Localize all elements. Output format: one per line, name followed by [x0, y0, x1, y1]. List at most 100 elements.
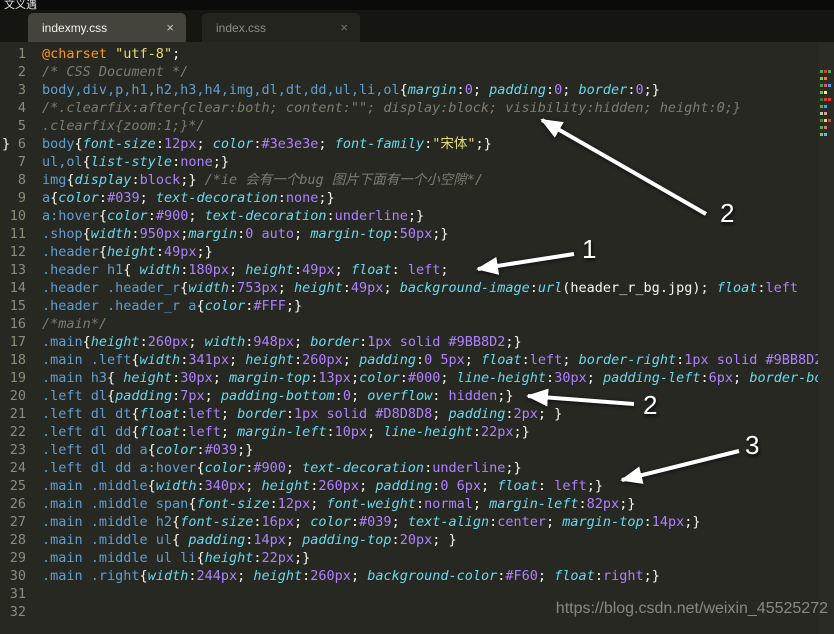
line-number: 26	[9, 496, 26, 512]
code-line: 21 .left dl dt{float:left; border:1px sol…	[0, 405, 834, 423]
code-text: .header .header_r{width:753px; height:49…	[42, 280, 799, 296]
code-line: 12 .header{height:49px;}	[0, 243, 834, 261]
code-line: 18 .main .left{width:341px; height:260px;…	[0, 351, 834, 369]
code-line: 24 .left dl dd a:hover{color:#900; text-d…	[0, 459, 834, 477]
line-number: 1	[17, 46, 26, 62]
line-number: 11	[9, 226, 26, 242]
code-line: 2 /* CSS Document */	[0, 63, 834, 81]
code-line: 17 .main{height:260px; width:948px; borde…	[0, 333, 834, 351]
code-text: .main h3{ height:30px; margin-top:13px;c…	[42, 370, 818, 386]
code-text: body{font-size:12px; color:#3e3e3e; font…	[42, 136, 492, 152]
code-text: .clearfix{zoom:1;}*/	[42, 118, 205, 134]
code-line: 19 .main h3{ height:30px; margin-top:13px…	[0, 369, 834, 387]
line-number: 29	[9, 550, 26, 566]
code-line: 4 /*.clearfix:after{clear:both; content:"…	[0, 99, 834, 117]
code-line: 29 .main .middle ul li{height:22px;}	[0, 549, 834, 567]
code-text: .left dl dd a{color:#039;}	[42, 442, 254, 458]
code-text: .main .middle{width:340px; height:260px;…	[42, 478, 603, 494]
code-text: .main .middle span{font-size:12px; font-…	[42, 496, 636, 512]
line-number: 17	[9, 334, 26, 350]
line-number: 23	[9, 442, 26, 458]
code-line: 23 .left dl dd a{color:#039;}	[0, 441, 834, 459]
code-text: .main .right{width:244px; height:260px; …	[42, 568, 660, 584]
code-editor[interactable]: 1 @charset "utf-8"; 2 /* CSS Document */ 3 bo…	[0, 42, 834, 634]
code-text: body,div,p,h1,h2,h3,h4,img,dl,dt,dd,ul,l…	[42, 82, 660, 98]
line-number: 31	[9, 586, 26, 602]
code-line: 8 img{display:block;} /*ie 会有一个bug 图片下面有一…	[0, 171, 834, 189]
close-icon[interactable]: ×	[338, 20, 350, 35]
code-text: .main .left{width:341px; height:260px; p…	[42, 352, 818, 368]
watermark-url: https://blog.csdn.net/weixin_45525272	[555, 600, 828, 617]
tab-label: indexmy.css	[42, 20, 108, 35]
code-text: @charset "utf-8";	[42, 46, 181, 62]
line-number: 4	[17, 100, 26, 116]
line-number: 32	[9, 604, 26, 620]
minimap[interactable]	[818, 42, 834, 634]
code-text: .main .middle ul li{height:22px;}	[42, 550, 311, 566]
line-number: 20	[9, 388, 26, 404]
line-number: 3	[17, 82, 26, 98]
line-number: 2	[17, 64, 26, 80]
line-number: 7	[17, 154, 26, 170]
code-line: 30 .main .right{width:244px; height:260px…	[0, 567, 834, 585]
line-number: 9	[17, 190, 26, 206]
line-number: 24	[9, 460, 26, 476]
code-line: 20 .left dl{padding:7px; padding-bottom:0…	[0, 387, 834, 405]
line-number: 12	[9, 244, 26, 260]
code-line: 10 a:hover{color:#900; text-decoration:un…	[0, 207, 834, 225]
code-text: ul,ol{list-style:none;}	[42, 154, 229, 170]
window-titlebar: 文义遇	[0, 0, 834, 10]
code-line: 13 .header h1{ width:180px; height:49px; …	[0, 261, 834, 279]
code-line: 14 .header .header_r{width:753px; height:…	[0, 279, 834, 297]
line-number: 18	[9, 352, 26, 368]
code-line: 28 .main .middle ul{ padding:14px; paddin…	[0, 531, 834, 549]
close-icon[interactable]: ×	[164, 20, 176, 35]
code-text: .header h1{ width:180px; height:49px; fl…	[42, 262, 449, 278]
code-text: /* CSS Document */	[42, 64, 189, 80]
line-number: 30	[9, 568, 26, 584]
code-text: .header .header_r a{color:#FFF;}	[42, 298, 303, 314]
code-text: .left dl dd a:hover{color:#900; text-dec…	[42, 460, 522, 476]
code-line: } 6 body{font-size:12px; color:#3e3e3e; fo…	[0, 135, 834, 153]
code-line: 27 .main .middle h2{font-size:16px; color…	[0, 513, 834, 531]
editor-window: { "window": { "partial_title": "文义遇" }, …	[0, 0, 834, 634]
line-number: 10	[9, 208, 26, 224]
code-text: /*.clearfix:after{clear:both; content:""…	[42, 100, 741, 116]
minimap-pixels	[820, 58, 832, 136]
code-text: .main .middle h2{font-size:16px; color:#…	[42, 514, 701, 530]
code-text: .left dl dt{float:left; border:1px solid…	[42, 406, 563, 422]
tab-indexmy-css[interactable]: indexmy.css ×	[28, 13, 186, 42]
line-number: 5	[17, 118, 26, 134]
code-text: .left dl{padding:7px; padding-bottom:0; …	[42, 388, 514, 404]
code-line: 3 body,div,p,h1,h2,h3,h4,img,dl,dt,dd,ul,…	[0, 81, 834, 99]
line-number: 19	[9, 370, 26, 386]
code-text: .shop{width:950px;margin:0 auto; margin-…	[42, 226, 449, 242]
code-text: .main .middle ul{ padding:14px; padding-…	[42, 532, 457, 548]
code-line: 5 .clearfix{zoom:1;}*/	[0, 117, 834, 135]
line-number: 8	[17, 172, 26, 188]
line-number: 21	[9, 406, 26, 422]
line-number: 16	[9, 316, 26, 332]
line-number: 15	[9, 298, 26, 314]
code-text: /*main*/	[42, 316, 108, 332]
tab-bar: indexmy.css × index.css ×	[0, 10, 834, 42]
line-number: 25	[9, 478, 26, 494]
code-text: .header{height:49px;}	[42, 244, 213, 260]
code-line: 9 a{color:#039; text-decoration:none;}	[0, 189, 834, 207]
code-text: a{color:#039; text-decoration:none;}	[42, 190, 335, 206]
code-text: .left dl dd{float:left; margin-left:10px…	[42, 424, 530, 440]
line-number: 22	[9, 424, 26, 440]
code-text: .main{height:260px; width:948px; border:…	[42, 334, 522, 350]
code-line: 16 /*main*/	[0, 315, 834, 333]
code-text: img{display:block;} /*ie 会有一个bug 图片下面有一个…	[42, 172, 484, 188]
code-line: 15 .header .header_r a{color:#FFF;}	[0, 297, 834, 315]
tab-label: index.css	[216, 20, 267, 35]
code-text: a:hover{color:#900; text-decoration:unde…	[42, 208, 425, 224]
code-line: 7 ul,ol{list-style:none;}	[0, 153, 834, 171]
code-line: 26 .main .middle span{font-size:12px; fon…	[0, 495, 834, 513]
line-number: 27	[9, 514, 26, 530]
code-lines: 1 @charset "utf-8"; 2 /* CSS Document */ 3 bo…	[0, 45, 834, 621]
line-number: 28	[9, 532, 26, 548]
tab-index-css[interactable]: index.css ×	[202, 13, 360, 42]
line-number: } 6	[2, 136, 26, 152]
